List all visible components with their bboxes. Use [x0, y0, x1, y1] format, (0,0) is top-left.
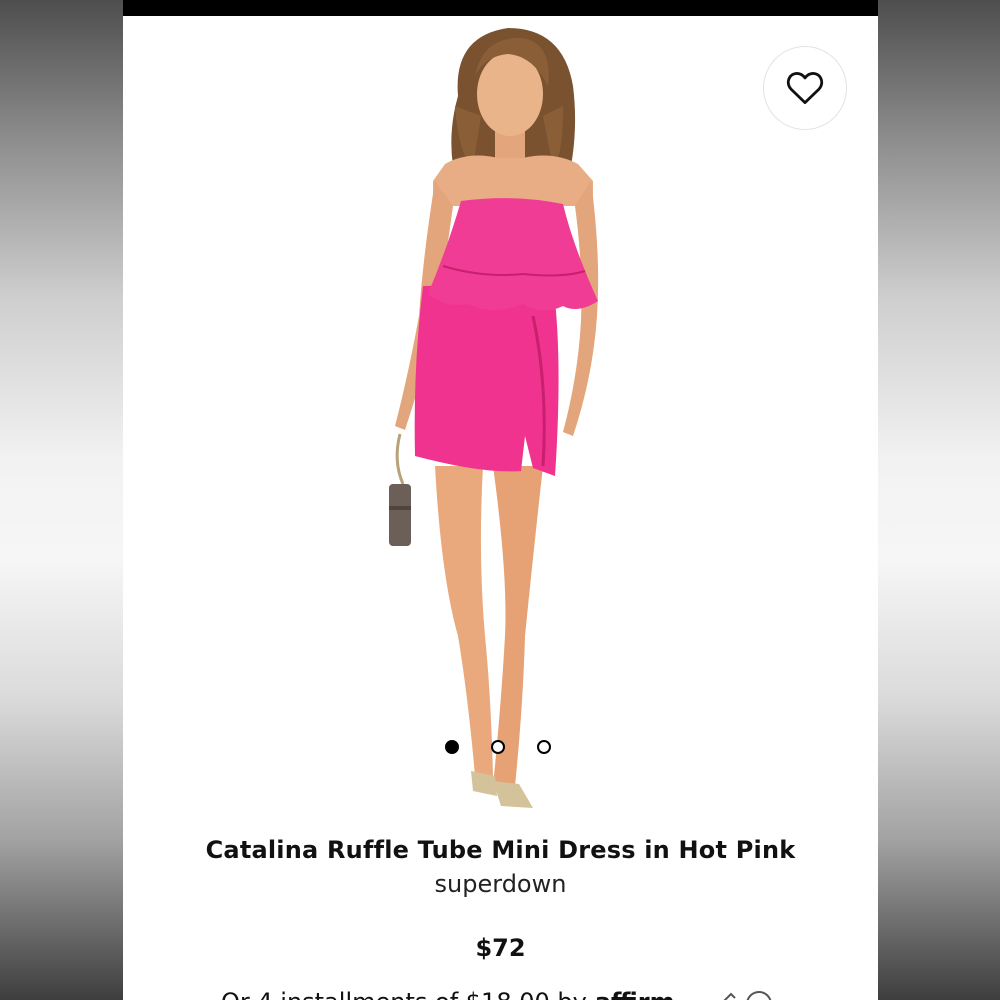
favorite-button[interactable] — [763, 46, 847, 130]
carousel-dot-1[interactable] — [445, 740, 459, 754]
installment-text: Or 4 installments of $18.00 by — [221, 988, 587, 1000]
phone-screen: Catalina Ruffle Tube Mini Dress in Hot P… — [123, 0, 878, 1000]
product-info: Catalina Ruffle Tube Mini Dress in Hot P… — [123, 836, 878, 898]
carousel-indicators — [445, 740, 551, 754]
product-title: Catalina Ruffle Tube Mini Dress in Hot P… — [205, 836, 796, 864]
product-photo — [389, 28, 599, 808]
carousel-dot-2[interactable] — [491, 740, 505, 754]
heart-outline-icon — [786, 72, 824, 105]
affirm-logo: affirm — [595, 988, 675, 1000]
product-price: $72 — [475, 934, 526, 962]
status-bar — [123, 0, 878, 16]
background-left — [0, 0, 123, 1000]
installment-info[interactable]: Or 4 installments of $18.00 by affirm — [221, 988, 675, 1000]
info-icon — [723, 991, 772, 1000]
product-image-carousel[interactable] — [123, 16, 878, 826]
carousel-dot-3[interactable] — [537, 740, 551, 754]
background-right — [878, 0, 1000, 1000]
installment-info-icons[interactable] — [719, 990, 779, 1000]
product-brand[interactable]: superdown — [123, 870, 878, 898]
